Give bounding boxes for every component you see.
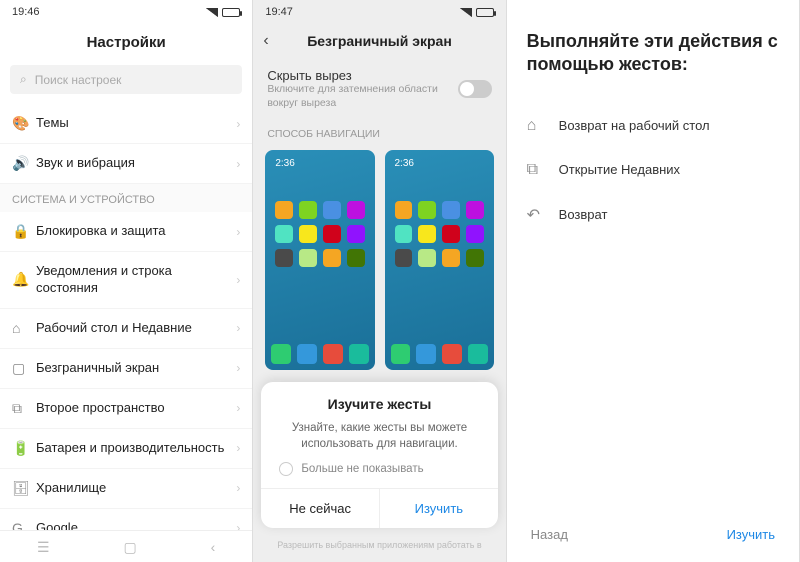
notch-subtitle: Включите для затемнения области вокруг в… [267,83,447,110]
section-header: СПОСОБ НАВИГАЦИИ [253,120,505,144]
sound-icon: 🔊 [12,155,36,172]
search-icon: ⌕ [20,72,27,87]
settings-list: 🎨Темы› 🔊Звук и вибрация› Система и устро… [0,104,252,530]
clock: 19:46 [12,6,40,18]
storage-icon: 🗄 [12,480,36,497]
back-button[interactable]: Назад [531,527,568,542]
dual-apps-icon: ⧉ [12,400,36,417]
settings-screen: 19:46 Настройки ⌕ Поиск настроек 🎨Темы› … [0,0,253,562]
header: ‹ Безграничный экран [253,24,505,58]
status-bar: 19:47 [253,0,505,24]
nav-option-gestures[interactable]: 2:36 [385,150,494,370]
page-title: Безграничный экран [263,33,495,49]
chevron-right-icon: › [236,361,240,375]
chevron-right-icon: › [236,157,240,171]
status-icons [460,8,494,17]
nav-option-buttons[interactable]: 2:36 [265,150,374,370]
dialog-title: Изучите жесты [261,396,497,412]
section-header: Система и устройство [0,184,252,212]
fullscreen-icon: ▢ [12,360,36,377]
notch-toggle[interactable] [458,80,492,98]
search-placeholder: Поиск настроек [35,73,122,87]
list-item[interactable]: ⧉Второе пространство› [0,389,252,429]
dialog-text: Узнайте, какие жесты вы можете использов… [261,412,497,462]
list-item[interactable]: 🗄Хранилище› [0,469,252,509]
status-icons [206,8,240,17]
gesture-row: ⧉Открытие Недавних [527,161,779,179]
learn-gestures-dialog: Изучите жесты Узнайте, какие жесты вы мо… [261,382,497,528]
list-item[interactable]: 🔊Звук и вибрация› [0,144,252,184]
gesture-row: ⌂Возврат на рабочий стол [527,117,779,135]
footer: Назад Изучить [527,517,779,548]
checkbox-icon [279,462,293,476]
nav-home-icon[interactable]: ▢ [123,539,136,556]
hide-notch-row[interactable]: Скрыть вырез Включите для затемнения обл… [253,58,505,120]
status-bar: 19:46 [0,0,252,24]
search-input[interactable]: ⌕ Поиск настроек [10,65,242,94]
notch-title: Скрыть вырез [267,68,447,83]
list-item[interactable]: ⌂Рабочий стол и Недавние› [0,309,252,349]
heading: Выполняйте эти действия с помощью жестов… [527,30,779,77]
nav-bar: ☰ ▢ ‹ [0,530,252,562]
chevron-right-icon: › [236,321,240,335]
dont-show-checkbox[interactable]: Больше не показывать [261,462,497,488]
lock-icon: 🔒 [12,223,36,240]
theme-icon: 🎨 [12,115,36,132]
footer-hint: Разрешить выбранным приложениям работать… [253,540,505,550]
return-icon: ↶ [527,205,545,225]
home-icon: ⌂ [12,320,36,336]
page-title: Настройки [0,24,252,65]
learn-button[interactable]: Изучить [379,489,498,528]
signal-icon [206,8,218,17]
list-item[interactable]: 🔒Блокировка и защита› [0,212,252,252]
google-icon: G [12,520,36,530]
fullscreen-display-screen: 19:47 ‹ Безграничный экран Скрыть вырез … [253,0,506,562]
chevron-right-icon: › [236,225,240,239]
dialog-buttons: Не сейчас Изучить [261,488,497,528]
chevron-right-icon: › [236,401,240,415]
signal-icon [460,8,472,17]
home-icon: ⌂ [527,117,545,135]
battery-icon [476,8,494,17]
recents-icon: ⧉ [527,161,545,179]
chevron-right-icon: › [236,273,240,287]
list-item[interactable]: 🔋Батарея и производительность› [0,429,252,469]
cancel-button[interactable]: Не сейчас [261,489,379,528]
list-item[interactable]: ▢Безграничный экран› [0,349,252,389]
chevron-right-icon: › [236,117,240,131]
clock: 19:47 [265,6,293,18]
nav-recent-icon[interactable]: ☰ [37,539,50,556]
chevron-right-icon: › [236,441,240,455]
notification-icon: 🔔 [12,271,36,288]
battery-icon: 🔋 [12,440,36,457]
nav-back-icon[interactable]: ‹ [211,539,216,556]
battery-icon [222,8,240,17]
list-item[interactable]: GGoogle› [0,509,252,530]
gestures-tutorial-screen: Выполняйте эти действия с помощью жестов… [507,0,800,562]
list-item[interactable]: 🎨Темы› [0,104,252,144]
learn-button[interactable]: Изучить [727,527,775,542]
chevron-right-icon: › [236,521,240,530]
chevron-right-icon: › [236,481,240,495]
list-item[interactable]: 🔔Уведомления и строка состояния› [0,252,252,309]
gesture-row: ↶Возврат [527,205,779,225]
nav-method-options: 2:36 2:36 [253,144,505,376]
